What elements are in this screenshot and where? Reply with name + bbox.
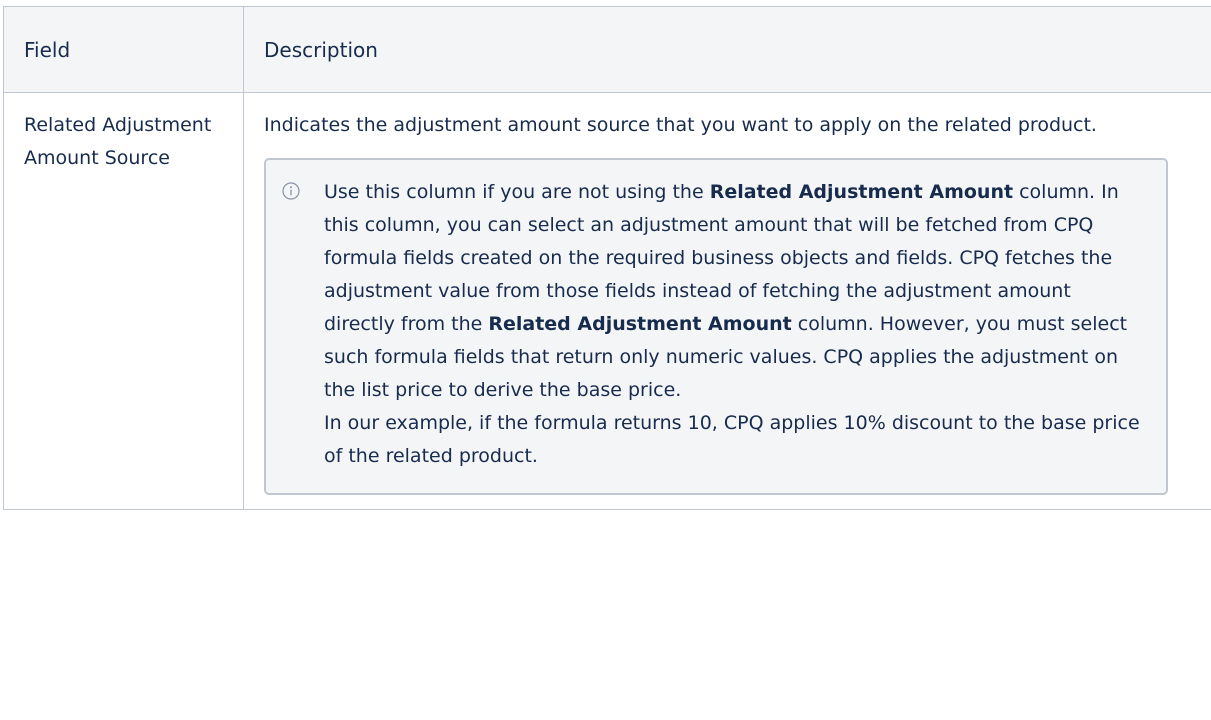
note-emphasis: Related Adjustment Amount (488, 313, 792, 335)
info-icon (282, 182, 300, 200)
field-description-table: Field Description Related Adjustment Amo… (3, 6, 1211, 510)
info-note-text: Use this column if you are not using the… (324, 176, 1146, 473)
note-example: In our example, if the formula returns 1… (324, 412, 1140, 467)
table-row: Related Adjustment Amount Source Indicat… (3, 92, 1211, 510)
field-cell: Related Adjustment Amount Source (3, 92, 244, 510)
description-column-header: Description (243, 6, 1211, 93)
field-name: Related Adjustment Amount Source (24, 114, 212, 169)
description-cell: Indicates the adjustment amount source t… (243, 92, 1211, 510)
note-paragraph: Use this column if you are not using the… (324, 181, 1127, 401)
note-emphasis: Related Adjustment Amount (709, 181, 1014, 203)
table-header-row: Field Description (3, 6, 1211, 93)
note-text-segment: Use this column if you are not using the (324, 181, 710, 203)
info-note-panel: Use this column if you are not using the… (264, 158, 1168, 495)
note-text-segment: column. In this column, you can select a… (324, 181, 1119, 335)
field-column-header: Field (3, 6, 244, 93)
description-text: Indicates the adjustment amount source t… (264, 114, 1097, 136)
